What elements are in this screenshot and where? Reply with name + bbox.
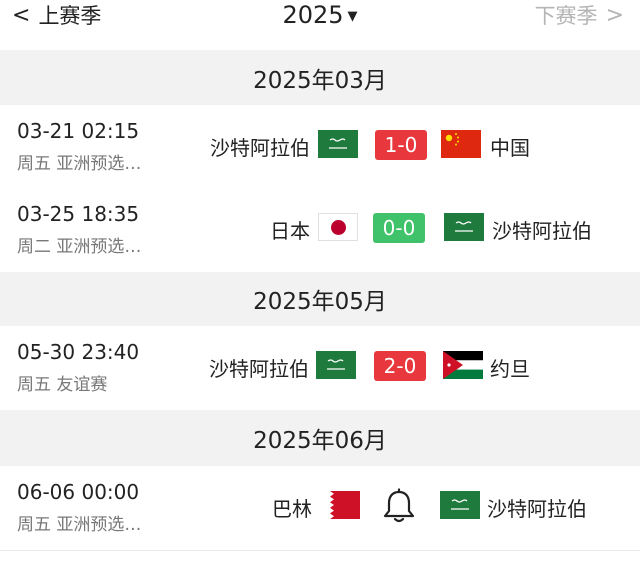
match-info: 周五 亚洲预选… [17, 515, 142, 535]
month-header: 2025年03月 [0, 50, 640, 105]
home-team: 日本 [270, 218, 310, 243]
month-label: 2025年05月 [253, 289, 387, 315]
japan-flag-icon [318, 213, 358, 241]
month-label: 2025年06月 [253, 428, 387, 454]
chevron-right-icon: > [605, 2, 624, 28]
score-badge: 0-0 [373, 213, 425, 243]
match-datetime: 03-25 18:35 [17, 202, 140, 226]
saudi-arabia-flag-icon [318, 130, 358, 158]
home-team: 沙特阿拉伯 [210, 135, 310, 160]
away-team: 中国 [490, 135, 530, 160]
month-header: 2025年05月 [0, 272, 640, 326]
match-info: 周二 亚洲预选… [17, 237, 142, 257]
score-badge: 1-0 [375, 130, 427, 160]
next-season-button[interactable]: 下赛季 > [535, 0, 624, 30]
away-team: 约旦 [490, 356, 530, 381]
match-datetime: 05-30 23:40 [17, 340, 140, 364]
month-header: 2025年06月 [0, 410, 640, 466]
saudi-arabia-flag-icon [440, 491, 480, 519]
home-team: 巴林 [272, 496, 312, 521]
season-header: < 上赛季 2025 ▼ 下赛季 > [0, 0, 640, 32]
saudi-arabia-flag-icon [316, 351, 356, 379]
match-datetime: 06-06 00:00 [17, 480, 140, 504]
match-row[interactable] [0, 551, 640, 569]
away-team: 沙特阿拉伯 [487, 496, 587, 521]
match-row[interactable]: 03-25 18:35 周二 亚洲预选… 日本 0-0 沙特阿拉伯 [0, 188, 640, 273]
caret-down-icon: ▼ [347, 8, 358, 24]
match-row[interactable]: 03-21 02:15 周五 亚洲预选… 沙特阿拉伯 1-0 中国 [0, 105, 640, 190]
match-row[interactable]: 06-06 00:00 周五 亚洲预选… 巴林 沙特阿拉伯 [0, 466, 640, 551]
jordan-flag-icon [443, 351, 483, 379]
match-info: 周五 友谊赛 [17, 375, 108, 395]
match-datetime: 03-21 02:15 [17, 119, 140, 143]
bell-icon[interactable] [382, 488, 416, 524]
home-team: 沙特阿拉伯 [209, 356, 309, 381]
match-row[interactable]: 05-30 23:40 周五 友谊赛 沙特阿拉伯 2-0 约旦 [0, 326, 640, 411]
away-team: 沙特阿拉伯 [492, 218, 592, 243]
bahrain-flag-icon [320, 491, 360, 519]
match-info: 周五 亚洲预选… [17, 154, 142, 174]
month-label: 2025年03月 [253, 67, 387, 94]
next-season-label: 下赛季 [534, 4, 598, 28]
china-flag-icon [441, 130, 481, 158]
score-badge: 2-0 [374, 351, 426, 381]
year-label: 2025 [282, 1, 344, 29]
saudi-arabia-flag-icon [444, 213, 484, 241]
